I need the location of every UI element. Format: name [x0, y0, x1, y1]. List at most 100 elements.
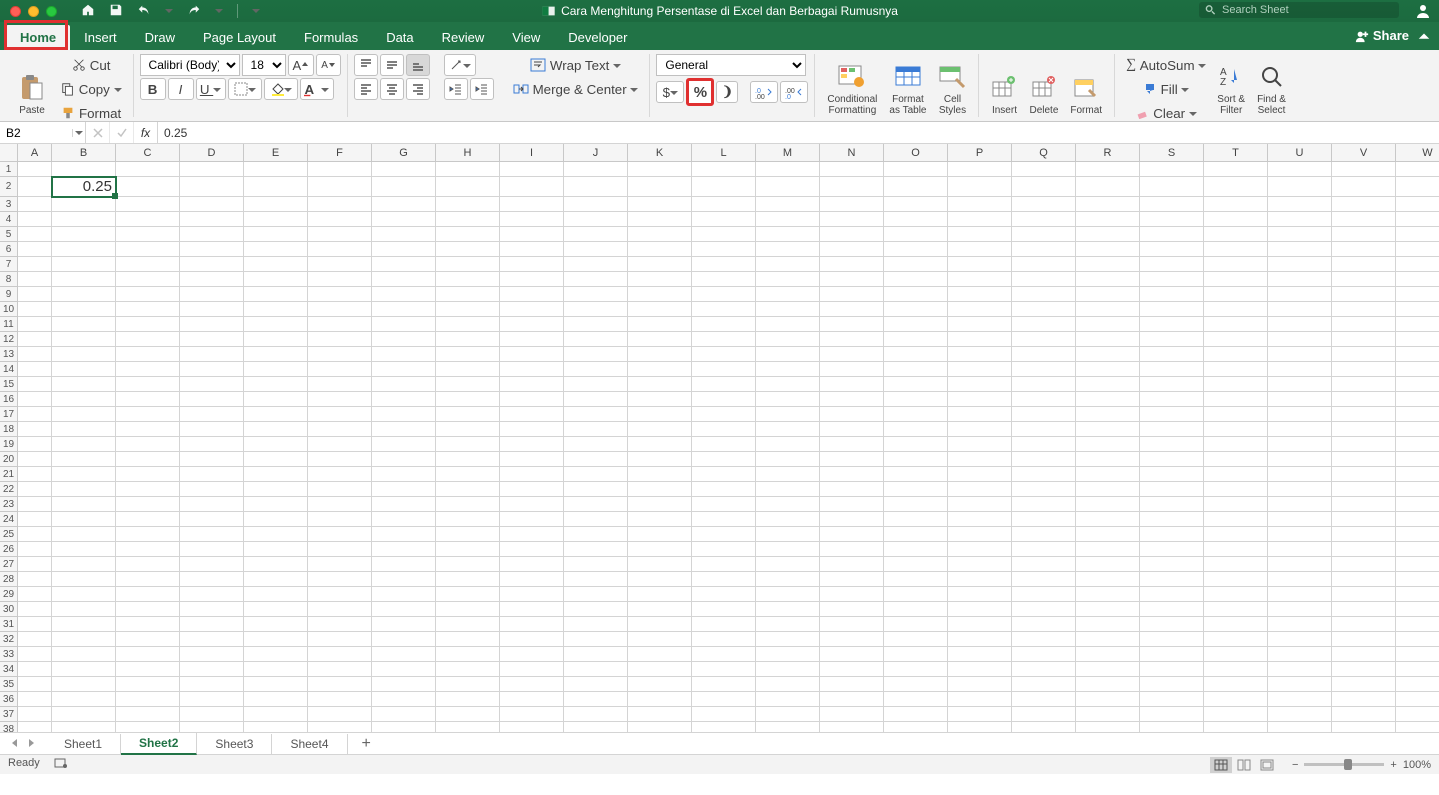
cell[interactable]	[500, 617, 564, 632]
cell[interactable]	[1140, 162, 1204, 177]
cell[interactable]	[1076, 497, 1140, 512]
cell[interactable]	[628, 692, 692, 707]
undo-dropdown[interactable]	[165, 4, 173, 18]
cell[interactable]	[1140, 407, 1204, 422]
cell[interactable]	[308, 692, 372, 707]
cell[interactable]	[1396, 317, 1439, 332]
cell[interactable]	[1204, 602, 1268, 617]
cell[interactable]	[372, 452, 436, 467]
cell[interactable]	[244, 467, 308, 482]
cell[interactable]	[180, 482, 244, 497]
cell[interactable]	[436, 647, 500, 662]
cell[interactable]	[628, 542, 692, 557]
cell[interactable]	[1076, 662, 1140, 677]
cell[interactable]	[628, 257, 692, 272]
cell[interactable]	[308, 212, 372, 227]
cell[interactable]	[18, 647, 52, 662]
cell[interactable]	[500, 587, 564, 602]
cell[interactable]	[372, 197, 436, 212]
cell[interactable]	[1268, 177, 1332, 197]
borders-button[interactable]	[228, 78, 262, 100]
cell[interactable]	[1204, 617, 1268, 632]
cell[interactable]	[52, 302, 116, 317]
cell[interactable]	[628, 272, 692, 287]
row-header[interactable]: 33	[0, 647, 18, 662]
cell[interactable]	[52, 242, 116, 257]
cell[interactable]	[948, 617, 1012, 632]
cell[interactable]	[308, 332, 372, 347]
cell[interactable]	[1204, 542, 1268, 557]
cell[interactable]	[308, 257, 372, 272]
col-header[interactable]: S	[1140, 144, 1204, 162]
cell[interactable]	[820, 197, 884, 212]
col-header[interactable]: H	[436, 144, 500, 162]
cell[interactable]	[1332, 347, 1396, 362]
cell[interactable]	[820, 512, 884, 527]
cell[interactable]	[372, 527, 436, 542]
cell[interactable]	[1012, 407, 1076, 422]
cell[interactable]	[1076, 722, 1140, 732]
cell[interactable]	[116, 347, 180, 362]
cell[interactable]	[18, 497, 52, 512]
cell[interactable]	[18, 212, 52, 227]
cell[interactable]	[820, 272, 884, 287]
cell[interactable]	[884, 692, 948, 707]
cell[interactable]	[948, 162, 1012, 177]
cell[interactable]	[1076, 617, 1140, 632]
cell[interactable]	[244, 242, 308, 257]
cell[interactable]	[180, 392, 244, 407]
cell[interactable]	[820, 677, 884, 692]
cell[interactable]	[436, 317, 500, 332]
find-select-button[interactable]: Find & Select	[1251, 54, 1292, 118]
cell[interactable]	[1204, 557, 1268, 572]
tab-home[interactable]: Home	[6, 25, 70, 50]
cell[interactable]	[1268, 677, 1332, 692]
cell[interactable]	[1396, 272, 1439, 287]
cell[interactable]	[436, 422, 500, 437]
cell[interactable]	[1332, 377, 1396, 392]
cell[interactable]	[1012, 557, 1076, 572]
cell[interactable]	[1012, 527, 1076, 542]
row-header[interactable]: 11	[0, 317, 18, 332]
wrap-text-button[interactable]: Wrap Text	[508, 54, 643, 76]
cell[interactable]	[692, 407, 756, 422]
row-header[interactable]: 32	[0, 632, 18, 647]
cell[interactable]	[1140, 227, 1204, 242]
cell[interactable]	[884, 497, 948, 512]
cell[interactable]	[244, 722, 308, 732]
row-header[interactable]: 22	[0, 482, 18, 497]
cell[interactable]	[244, 317, 308, 332]
cell[interactable]	[180, 497, 244, 512]
cell[interactable]	[1268, 587, 1332, 602]
cell[interactable]	[1012, 377, 1076, 392]
cell[interactable]	[436, 302, 500, 317]
cell[interactable]	[692, 287, 756, 302]
cell[interactable]	[1396, 647, 1439, 662]
name-box[interactable]	[0, 122, 86, 143]
row-header[interactable]: 21	[0, 467, 18, 482]
cell[interactable]	[436, 587, 500, 602]
cell[interactable]	[1204, 527, 1268, 542]
increase-decimal-button[interactable]: .0.00	[750, 81, 778, 103]
cell[interactable]	[116, 317, 180, 332]
cell[interactable]	[500, 467, 564, 482]
cell[interactable]	[52, 392, 116, 407]
cell[interactable]	[436, 497, 500, 512]
cell[interactable]	[1140, 482, 1204, 497]
row-header[interactable]: 15	[0, 377, 18, 392]
cell[interactable]	[1204, 437, 1268, 452]
cell[interactable]	[1332, 632, 1396, 647]
cell[interactable]	[1268, 512, 1332, 527]
cell[interactable]	[180, 332, 244, 347]
cell[interactable]	[1204, 467, 1268, 482]
cell[interactable]	[820, 722, 884, 732]
col-header[interactable]: K	[628, 144, 692, 162]
cell[interactable]	[1332, 437, 1396, 452]
cell[interactable]	[18, 317, 52, 332]
cell[interactable]	[1332, 242, 1396, 257]
cell[interactable]	[1076, 287, 1140, 302]
cell[interactable]	[564, 542, 628, 557]
cell[interactable]	[692, 347, 756, 362]
cell[interactable]	[52, 362, 116, 377]
cell[interactable]	[692, 317, 756, 332]
